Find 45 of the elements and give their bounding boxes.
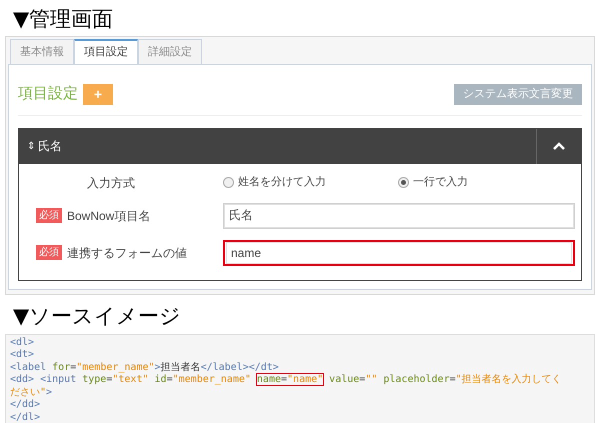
code-token: =	[70, 362, 76, 372]
required-badge: 必須	[36, 245, 62, 260]
field-title: 氏名	[38, 138, 62, 155]
code-token: id	[154, 374, 167, 385]
radio-option[interactable]: 姓名を分けて入力	[223, 174, 398, 191]
section-heading: ▼ソースイメージ	[12, 302, 182, 328]
code-token: type	[82, 374, 106, 385]
section-heading: ▼管理画面	[12, 6, 114, 32]
code-token: =	[450, 374, 456, 385]
code-token: for	[52, 362, 70, 372]
code-token: </dd>	[10, 399, 40, 410]
required-badge: 必須	[36, 208, 62, 223]
code-token: =	[166, 374, 173, 385]
text-input-field[interactable]: 氏名	[223, 202, 575, 228]
code-token: </dl>	[10, 412, 40, 422]
code-token: <dt>	[10, 349, 34, 360]
radio-option[interactable]: 一行で入力	[398, 174, 573, 191]
text-input-field[interactable]: name	[223, 240, 575, 266]
code-token: ださい"	[10, 386, 46, 398]
code-token: ""	[365, 374, 378, 385]
code-token: value	[328, 374, 360, 385]
code-token: <label	[10, 362, 48, 372]
code-token: <dl>	[10, 336, 34, 348]
chevron-icon	[553, 142, 565, 150]
code-token: <dd> <input	[10, 374, 78, 385]
code-token: >	[154, 362, 161, 372]
code-token: "member_name"	[172, 374, 252, 385]
code-token: "name"	[287, 374, 324, 385]
tab[interactable]: 項目設定	[74, 39, 138, 65]
field-label: 連携するフォームの値	[67, 244, 187, 262]
code-token: =	[359, 374, 366, 385]
code-token: name	[256, 374, 281, 385]
code-token: =	[106, 374, 112, 385]
code-token: "member_name"	[76, 362, 155, 372]
section-title: 項目設定	[18, 84, 78, 104]
field-label: 入力方式	[87, 174, 135, 192]
code-token: =	[281, 374, 288, 385]
code-token: >	[46, 386, 52, 398]
code-token: "text"	[112, 374, 150, 385]
code-token: 担当者名	[160, 362, 201, 372]
code-token: placeholder	[383, 374, 450, 385]
code-token: "担当者名を入力してく	[456, 374, 562, 385]
sort-icon: ⇕	[27, 138, 35, 154]
field-label: BowNow項目名	[67, 208, 150, 224]
code-token: </label></dt>	[200, 362, 279, 372]
